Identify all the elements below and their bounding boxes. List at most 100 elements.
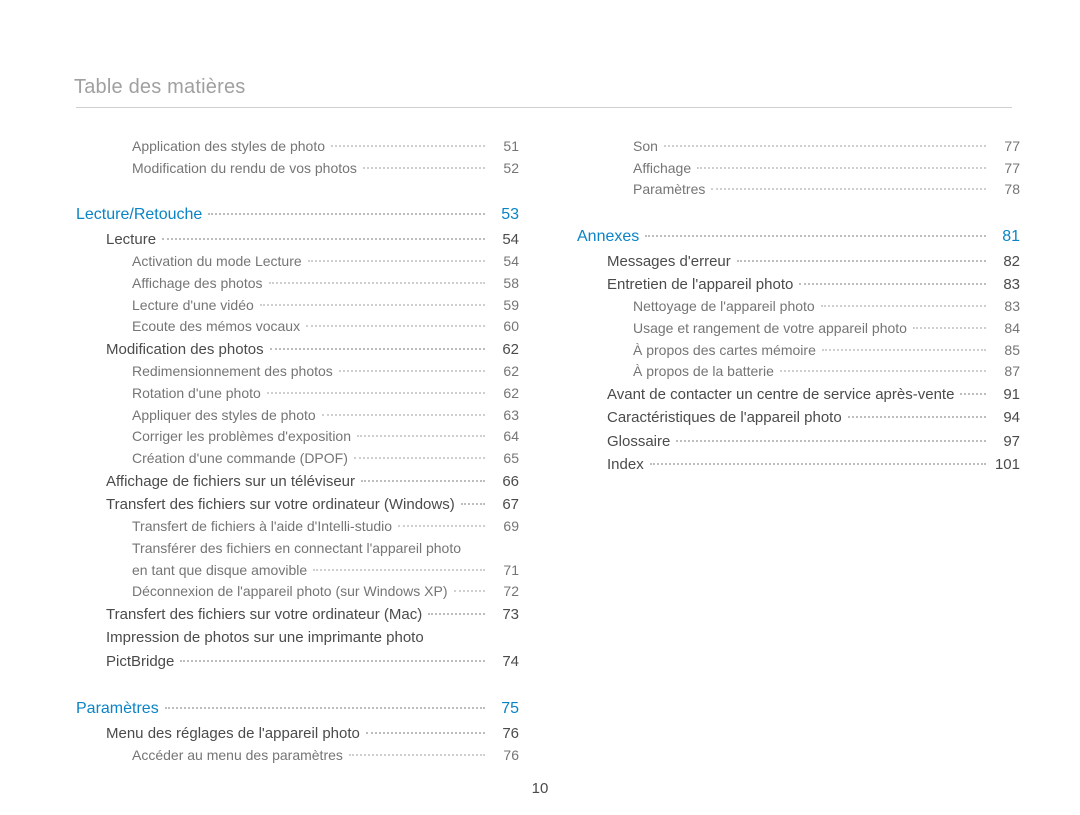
toc-entry: À propos des cartes mémoire85 (577, 340, 1020, 362)
toc-entry-label: Avant de contacter un centre de service … (607, 383, 954, 406)
toc-entry-page: 53 (491, 203, 519, 228)
toc-entry-page: 54 (491, 228, 519, 251)
toc-entry: Lecture d'une vidéo59 (76, 295, 519, 317)
dot-leader (260, 304, 485, 306)
toc-entry-label: Appliquer des styles de photo (132, 405, 316, 427)
toc-entry: Annexes81 (577, 225, 1020, 250)
toc-column-left: Application des styles de photo51Modific… (76, 136, 519, 767)
toc-entry-page: 78 (992, 179, 1020, 201)
toc-entry: Application des styles de photo51 (76, 136, 519, 158)
toc-entry-label: Lecture/Retouche (76, 203, 202, 228)
toc-entry-label: Ecoute des mémos vocaux (132, 316, 300, 338)
toc-entry: Paramètres 78 (577, 179, 1020, 201)
toc-entry-page: 69 (491, 516, 519, 538)
toc-entry: Entretien de l'appareil photo83 (577, 273, 1020, 296)
page-number: 10 (0, 780, 1080, 797)
toc-entry: Paramètres75 (76, 697, 519, 722)
dot-leader (461, 503, 485, 505)
toc-entry: Menu des réglages de l'appareil photo76 (76, 722, 519, 745)
toc-entry-page: 58 (491, 273, 519, 295)
toc-entry-page: 65 (491, 448, 519, 470)
toc-entry-label: Usage et rangement de votre appareil pho… (633, 318, 907, 340)
toc-entry-label: Messages d'erreur (607, 250, 731, 273)
toc-entry-label: Activation du mode Lecture (132, 251, 302, 273)
dot-leader (269, 282, 485, 284)
toc-entry: Corriger les problèmes d'exposition64 (76, 426, 519, 448)
toc-entry: Transfert de fichiers à l'aide d'Intelli… (76, 516, 519, 538)
toc-entry: Rotation d'une photo62 (76, 383, 519, 405)
toc-entry: Ecoute des mémos vocaux 60 (76, 316, 519, 338)
toc-entry: Création d'une commande (DPOF)65 (76, 448, 519, 470)
dot-leader (645, 235, 986, 237)
toc-entry: Transférer des fichiers en connectant l'… (76, 538, 519, 560)
toc-entry: Activation du mode Lecture 54 (76, 251, 519, 273)
toc-entry: Redimensionnement des photos 62 (76, 361, 519, 383)
dot-leader (960, 393, 986, 395)
dot-leader (313, 569, 485, 571)
toc-entry: Affichage de fichiers sur un téléviseur6… (76, 470, 519, 493)
dot-leader (913, 327, 986, 329)
dot-leader (270, 348, 485, 350)
toc-entry: Nettoyage de l'appareil photo83 (577, 296, 1020, 318)
dot-leader (357, 435, 485, 437)
dot-leader (366, 732, 485, 734)
dot-leader (737, 260, 986, 262)
toc-entry-label: Corriger les problèmes d'exposition (132, 426, 351, 448)
toc-entry-label: Lecture (106, 228, 156, 251)
toc-entry-label: Transfert de fichiers à l'aide d'Intelli… (132, 516, 392, 538)
toc-entry-page: 54 (491, 251, 519, 273)
toc-entry-page: 71 (491, 560, 519, 582)
toc-entry-page: 60 (491, 316, 519, 338)
toc-entry-page: 63 (491, 405, 519, 427)
toc-entry-page: 74 (491, 650, 519, 673)
dot-leader (821, 305, 986, 307)
toc-entry: À propos de la batterie87 (577, 361, 1020, 383)
page: Table des matières Application des style… (0, 0, 1080, 815)
toc-entry: Son77 (577, 136, 1020, 158)
toc-entry-label: Caractéristiques de l'appareil photo (607, 406, 842, 429)
dot-leader (799, 283, 986, 285)
dot-leader (822, 349, 986, 351)
toc-entry-label: Annexes (577, 225, 639, 250)
toc-columns: Application des styles de photo51Modific… (76, 136, 1020, 767)
toc-entry-label: Nettoyage de l'appareil photo (633, 296, 815, 318)
dot-leader (162, 238, 485, 240)
toc-entry: Usage et rangement de votre appareil pho… (577, 318, 1020, 340)
toc-entry: Impression de photos sur une imprimante … (76, 626, 519, 649)
toc-entry-label: Déconnexion de l'appareil photo (sur Win… (132, 581, 448, 603)
toc-entry: Lecture/Retouche 53 (76, 203, 519, 228)
toc-entry: Affichage77 (577, 158, 1020, 180)
toc-entry-page: 76 (491, 722, 519, 745)
toc-entry: Transfert des fichiers sur votre ordinat… (76, 603, 519, 626)
toc-entry: Modification du rendu de vos photos52 (76, 158, 519, 180)
toc-entry-page: 91 (992, 383, 1020, 406)
toc-entry-page: 94 (992, 406, 1020, 429)
toc-entry: en tant que disque amovible71 (76, 560, 519, 582)
toc-entry-page: 62 (491, 361, 519, 383)
dot-leader (306, 325, 485, 327)
toc-entry-label: Rotation d'une photo (132, 383, 261, 405)
toc-entry-page: 83 (992, 273, 1020, 296)
toc-entry-label: Glossaire (607, 430, 670, 453)
toc-entry: Messages d'erreur82 (577, 250, 1020, 273)
toc-column-right: Son77Affichage77Paramètres 78 Annexes81Mes… (577, 136, 1020, 767)
dot-leader (780, 370, 986, 372)
toc-entry-label: À propos de la batterie (633, 361, 774, 383)
header-rule (76, 107, 1012, 108)
toc-entry-label: Paramètres (633, 179, 705, 201)
toc-entry: Déconnexion de l'appareil photo (sur Win… (76, 581, 519, 603)
toc-entry-page: 76 (491, 745, 519, 767)
toc-entry-page: 52 (491, 158, 519, 180)
toc-entry-label: Redimensionnement des photos (132, 361, 333, 383)
toc-entry-page: 59 (491, 295, 519, 317)
toc-entry-label: Accéder au menu des paramètres (132, 745, 343, 767)
toc-entry-page: 72 (491, 581, 519, 603)
toc-entry: Avant de contacter un centre de service … (577, 383, 1020, 406)
toc-entry-page: 97 (992, 430, 1020, 453)
toc-entry-label: Index (607, 453, 644, 476)
dot-leader (267, 392, 485, 394)
toc-spacer (577, 201, 1020, 225)
dot-leader (428, 613, 485, 615)
dot-leader (676, 440, 986, 442)
dot-leader (349, 754, 485, 756)
